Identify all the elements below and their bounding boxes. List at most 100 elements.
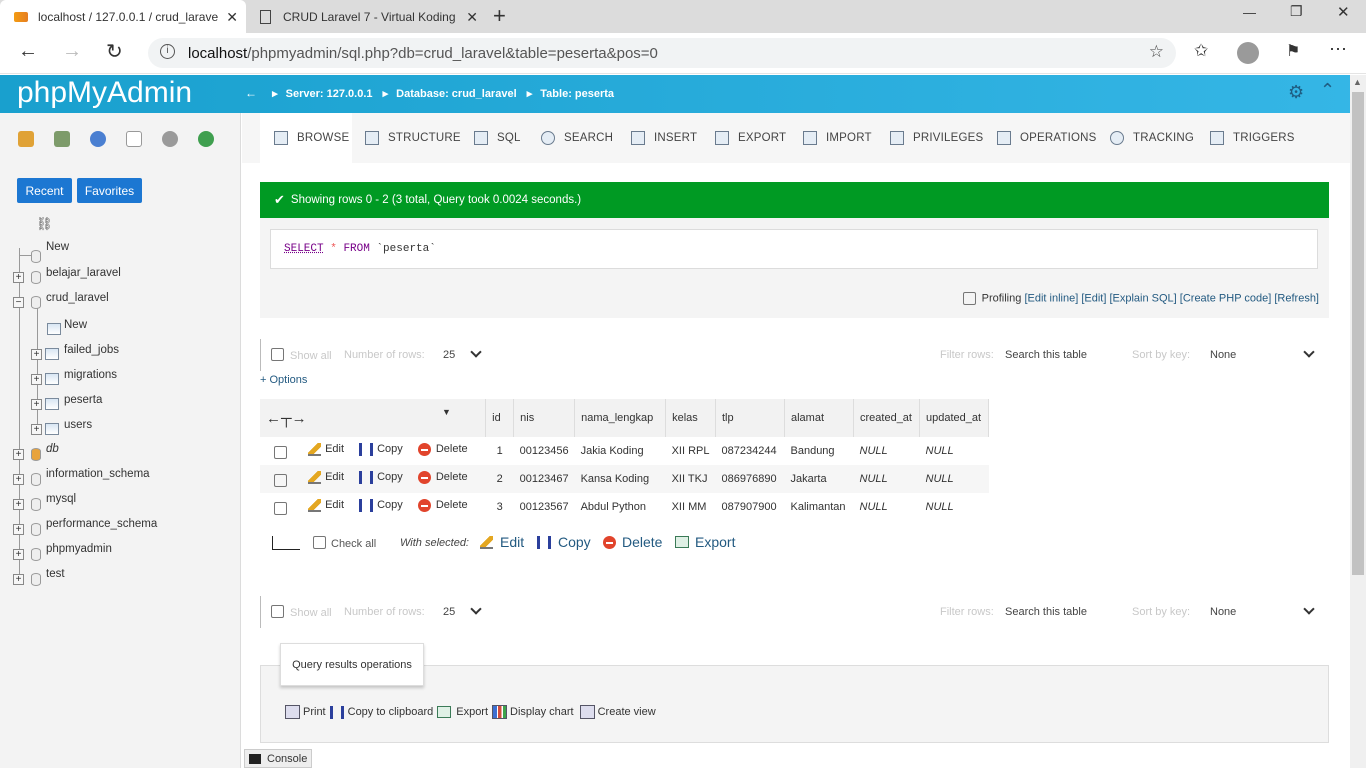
cell-updated-at[interactable]: NULL [919,465,989,493]
tab-tracking[interactable]: TRACKING [1110,113,1194,163]
help-icon[interactable] [90,131,106,147]
check-all-checkbox[interactable] [313,536,326,549]
expand-icon[interactable]: + [31,374,42,385]
tab-triggers[interactable]: TRIGGERS [1210,113,1295,163]
close-tab-icon[interactable]: ✕ [226,9,238,26]
sort-down-icon[interactable]: ▼ [442,407,451,417]
tab-import[interactable]: IMPORT [803,113,872,163]
cell-created-at[interactable]: NULL [854,437,920,465]
delete-row-button[interactable]: Delete [417,442,468,456]
tree-table-users[interactable]: users [64,419,92,431]
profile-avatar[interactable] [1237,42,1259,64]
column-nama-lengkap[interactable]: nama_lengkap [574,399,667,437]
reload-icon[interactable]: ↻ [106,39,123,64]
cell-kelas[interactable]: XII RPL [666,437,716,465]
console-button[interactable]: Console [244,749,312,768]
browser-tab-phpmyadmin[interactable]: localhost / 127.0.0.1 / crud_larave ✕ [0,0,246,33]
bulk-edit-button[interactable]: Edit [480,534,524,550]
tab-search[interactable]: SEARCH [541,113,613,163]
cell-updated-at[interactable]: NULL [920,493,989,521]
breadcrumb-server[interactable]: Server: 127.0.0.1 [286,88,373,100]
tab-browse[interactable]: BROWSE [260,113,352,163]
bulk-copy-button[interactable]: Copy [537,534,591,550]
row-checkbox[interactable] [274,474,287,488]
copy-row-button[interactable]: Copy [359,442,403,456]
cell-alamat[interactable]: Kalimantan [785,493,854,521]
column-tlp[interactable]: tlp [715,399,785,437]
expand-icon[interactable]: + [13,574,24,585]
expand-icon[interactable]: + [13,449,24,460]
cell-nis[interactable]: 00123456 [514,437,575,465]
page-scrollbar[interactable]: ▲ [1350,75,1366,768]
link-chain-icon[interactable]: ⛓ [36,216,53,232]
tab-privileges[interactable]: PRIVILEGES [890,113,983,163]
favorite-star-icon[interactable]: ☆ [1149,42,1164,62]
column-alamat[interactable]: alamat [784,399,854,437]
profiling-checkbox[interactable] [962,292,976,305]
logout-icon[interactable] [54,131,70,147]
sort-by-key-select[interactable]: None [1210,349,1236,361]
copy-row-button[interactable]: Copy [359,498,403,512]
tree-db-test[interactable]: test [46,568,65,580]
home-icon[interactable] [18,131,34,147]
tree-db-performance-schema[interactable]: performance_schema [46,518,157,530]
back-arrow-icon[interactable]: ← [18,40,38,63]
rows-per-page-select[interactable]: 25 [443,606,455,618]
row-checkbox[interactable] [274,502,287,516]
reload-nav-icon[interactable] [198,131,214,147]
new-tab-button[interactable]: + [493,3,506,29]
show-all-checkbox[interactable] [271,605,284,618]
url-field[interactable]: i localhost/phpmyadmin/sql.php?db=crud_l… [148,38,1176,68]
sort-by-key-select[interactable]: None [1210,606,1236,618]
cell-kelas[interactable]: XII MM [666,493,716,521]
edit-link[interactable]: [Edit] [1081,292,1106,304]
bulk-delete-button[interactable]: Delete [603,534,662,550]
expand-icon[interactable]: + [13,499,24,510]
options-toggle[interactable]: + Options [260,374,307,386]
display-chart-link[interactable]: Display chart [492,705,574,719]
settings-icon[interactable] [162,131,178,147]
column-arrows-icon[interactable]: ←┬→ [266,410,307,427]
cell-nama-lengkap[interactable]: Kansa Koding [574,465,666,493]
export-link[interactable]: Export [437,706,488,718]
expand-icon[interactable]: + [13,474,24,485]
tree-db-mysql[interactable]: mysql [46,493,76,505]
bulk-export-button[interactable]: Export [675,534,735,550]
tree-table-failed-jobs[interactable]: failed_jobs [64,344,119,356]
browser-tab-virtual-koding[interactable]: CRUD Laravel 7 - Virtual Koding ✕ [246,0,486,33]
edit-row-button[interactable]: Edit [308,498,344,512]
create-php-link[interactable]: [Create PHP code] [1180,292,1272,304]
cell-nama-lengkap[interactable]: Jakia Koding [575,437,666,465]
edit-inline-link[interactable]: [Edit inline] [1024,292,1078,304]
favorites-bar-icon[interactable]: ✩ [1194,41,1208,61]
tab-export[interactable]: EXPORT [715,113,786,163]
collapse-top-icon[interactable]: ⌃ [1320,80,1335,101]
column-nis[interactable]: nis [513,399,576,437]
column-kelas[interactable]: kelas [665,399,716,437]
edit-row-button[interactable]: Edit [308,470,344,484]
favorites-button[interactable]: Favorites [77,178,142,203]
expand-icon[interactable]: + [31,424,42,435]
copy-row-button[interactable]: Copy [359,470,403,484]
settings-gear-icon[interactable]: ⚙ [1288,82,1304,103]
rows-per-page-select[interactable]: 25 [443,349,455,361]
pma-logo[interactable]: phpMyAdmin [17,76,192,110]
tab-insert[interactable]: INSERT [631,113,697,163]
recent-button[interactable]: Recent [17,178,72,203]
filter-search-input[interactable]: Search this table [1005,606,1087,618]
tree-db-phpmyadmin[interactable]: phpmyadmin [46,543,112,555]
breadcrumb-database[interactable]: Database: crud_laravel [396,88,516,100]
maximize-button[interactable]: ❐ [1290,3,1303,20]
sql-query-text[interactable]: SELECT * FROM `peserta` [270,229,1318,269]
column-updated-at[interactable]: updated_at [919,399,989,437]
tab-structure[interactable]: STRUCTURE [365,113,461,163]
show-all-checkbox[interactable] [271,348,284,361]
close-window-button[interactable]: ✕ [1337,3,1350,21]
close-tab-icon[interactable]: ✕ [466,9,478,26]
minimize-button[interactable]: — [1243,5,1256,20]
cell-nama-lengkap[interactable]: Abdul Python [575,493,666,521]
tab-sql[interactable]: SQL [474,113,521,163]
column-created-at[interactable]: created_at [853,399,920,437]
copy-clipboard-link[interactable]: Copy to clipboard [329,705,433,719]
tree-db-belajar-laravel[interactable]: belajar_laravel [46,267,121,279]
